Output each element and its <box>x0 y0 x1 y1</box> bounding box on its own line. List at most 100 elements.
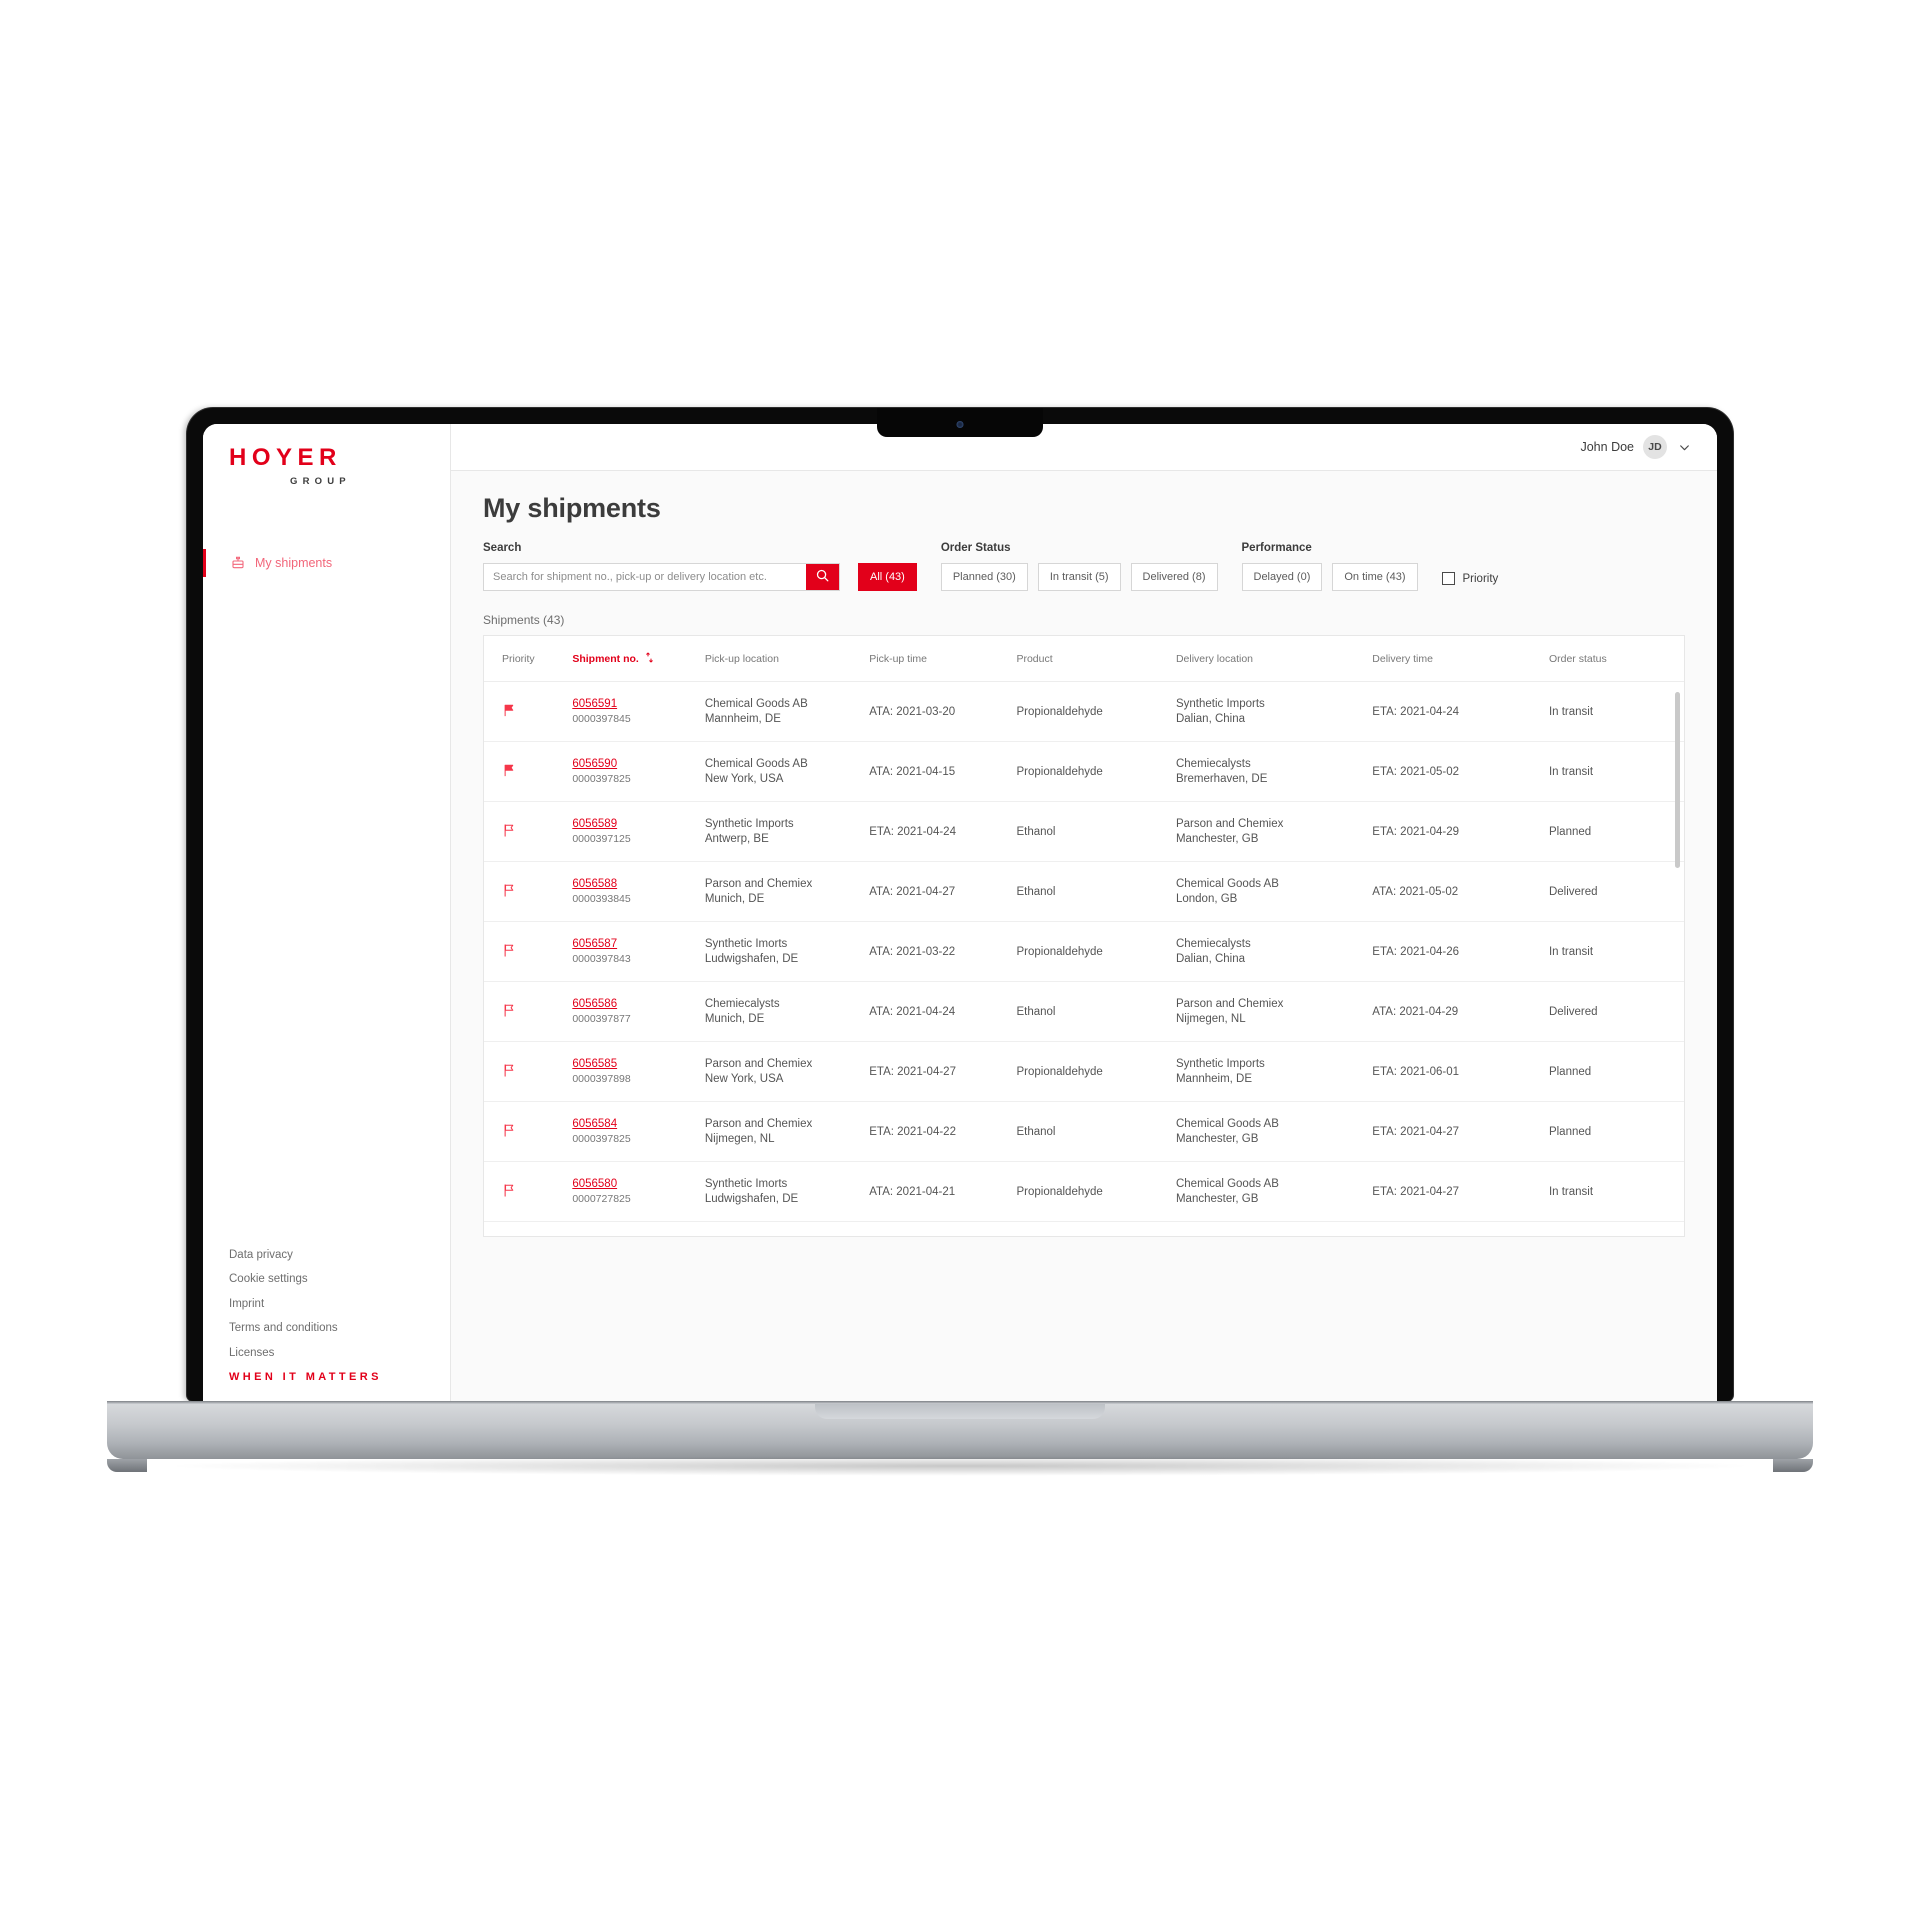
cell-delivery-location: Synthetic Imports Dalian, China <box>1175 681 1373 742</box>
table-row[interactable]: 6056584Parson and ChemiexETA: 2021-04-22… <box>484 1221 1684 1236</box>
shipment-no-link[interactable]: 6056591 <box>572 698 617 710</box>
col-header-pickup-location[interactable]: Pick-up location <box>704 636 870 682</box>
flag-outline-icon[interactable] <box>502 1123 517 1142</box>
shipment-no-link[interactable]: 6056585 <box>572 1058 617 1070</box>
footer-link-licenses[interactable]: Licenses <box>229 1347 450 1359</box>
cell-pickup-location: Parson and Chemiex <box>704 1221 870 1236</box>
filter-delivered[interactable]: Delivered (8) <box>1130 563 1218 591</box>
table-row[interactable]: 6056591 0000397845 Chemical Goods AB Mannhe… <box>484 681 1684 742</box>
table-row[interactable]: 6056586 0000397877 Chemiecalysts Munich, DE… <box>484 981 1684 1042</box>
cell-delivery-time: ETA: 2021-04-27 <box>1372 1161 1549 1222</box>
footer-link-cookie-settings[interactable]: Cookie settings <box>229 1273 450 1285</box>
table-header-row: Priority Shipment no. Pick-up location P… <box>484 636 1684 682</box>
footer-link-data-privacy[interactable]: Data privacy <box>229 1249 450 1261</box>
cell-shipment-no: 6056588 0000393845 <box>572 861 705 922</box>
order-no: 0000393845 <box>572 893 631 905</box>
shipment-no-link[interactable]: 6056588 <box>572 878 617 890</box>
table-row[interactable]: 6056580 0000727825 Synthetic Imorts Ludwigs… <box>484 1161 1684 1222</box>
avatar[interactable]: JD <box>1643 435 1667 459</box>
flag-outline-icon[interactable] <box>502 943 517 962</box>
laptop-base <box>107 1401 1813 1459</box>
laptop-foot-left <box>107 1459 147 1472</box>
laptop-base-shadow <box>160 1456 1760 1476</box>
main-area: John Doe JD My shipments Search Search f… <box>451 424 1717 1401</box>
laptop-display: HOYER GROUP My shipments Data privacy Co… <box>203 424 1717 1401</box>
cell-priority[interactable] <box>484 921 573 982</box>
flag-filled-icon[interactable] <box>502 704 517 722</box>
pickup-city: Ludwigshafen, DE <box>704 953 799 965</box>
filter-delayed[interactable]: Delayed (0) <box>1241 563 1323 591</box>
flag-outline-icon[interactable] <box>502 883 517 902</box>
pickup-company: Chemical Goods AB <box>704 758 808 770</box>
cell-priority[interactable] <box>484 1221 573 1236</box>
filter-in-transit[interactable]: In transit (5) <box>1037 563 1121 591</box>
search-button[interactable] <box>806 564 839 590</box>
cell-product: Propionaldehyde <box>1016 681 1176 742</box>
priority-filter[interactable]: Priority <box>1441 572 1498 591</box>
col-header-order-status[interactable]: Order status <box>1548 636 1684 682</box>
cell-priority[interactable] <box>484 1041 573 1102</box>
sidebar-item-my-shipments[interactable]: My shipments <box>203 549 450 577</box>
cell-product: Ethanol <box>1016 1101 1176 1162</box>
footer-link-imprint[interactable]: Imprint <box>229 1298 450 1310</box>
footer-link-terms-and-conditions[interactable]: Terms and conditions <box>229 1322 450 1334</box>
delivery-company: Parson and Chemiex <box>1175 998 1284 1010</box>
cell-priority[interactable] <box>484 1161 573 1222</box>
flag-outline-icon[interactable] <box>502 1063 517 1082</box>
brand-logo[interactable]: HOYER GROUP <box>203 424 450 488</box>
shipments-count: Shipments (43) <box>483 613 565 627</box>
cell-priority[interactable] <box>484 861 573 922</box>
priority-checkbox[interactable] <box>1441 572 1455 585</box>
table-scrollbar-thumb[interactable] <box>1675 692 1680 868</box>
shipment-no-link[interactable]: 6056584 <box>572 1118 617 1130</box>
search-group: Search Search for shipment no., pick-up … <box>483 542 917 591</box>
col-header-delivery-location[interactable]: Delivery location <box>1175 636 1373 682</box>
performance-label: Performance <box>1241 542 1312 554</box>
pickup-company: Synthetic Imports <box>704 818 794 830</box>
shipment-no-link[interactable]: 6056590 <box>572 758 617 770</box>
laptop-screen-bezel: HOYER GROUP My shipments Data privacy Co… <box>187 408 1733 1401</box>
cell-delivery-location: Chemical Goods AB <box>1175 1221 1373 1236</box>
table-row[interactable]: 6056590 0000397825 Chemical Goods AB New Yo… <box>484 741 1684 802</box>
cell-order-status: Planned <box>1548 1101 1684 1162</box>
delivery-city: Manchester, GB <box>1175 833 1259 845</box>
delivery-company: Chemical Goods AB <box>1175 1118 1279 1130</box>
table-scrollbar-track[interactable] <box>1675 692 1682 1232</box>
filter-all[interactable]: All (43) <box>858 563 917 591</box>
shipment-no-link[interactable]: 6056589 <box>572 818 617 830</box>
col-header-shipment-no-label: Shipment no. <box>572 653 639 665</box>
col-header-shipment-no[interactable]: Shipment no. <box>572 636 705 682</box>
content-fade <box>451 1367 1717 1401</box>
cell-priority[interactable] <box>484 801 573 862</box>
cell-pickup-time: ATA: 2021-03-22 <box>869 921 1017 982</box>
flag-outline-icon[interactable] <box>502 1003 517 1022</box>
cell-priority[interactable] <box>484 741 573 802</box>
order-status-group: Order Status Planned (30) In transit (5)… <box>940 542 1218 591</box>
flag-filled-icon[interactable] <box>502 764 517 782</box>
table-row[interactable]: 6056584 0000397825 Parson and Chemiex Nijme… <box>484 1101 1684 1162</box>
laptop-base-notch <box>815 1401 1105 1419</box>
col-header-pickup-time[interactable]: Pick-up time <box>869 636 1017 682</box>
delivery-company: Chemical Goods AB <box>1175 1178 1279 1190</box>
col-header-priority[interactable]: Priority <box>484 636 573 682</box>
filter-on-time[interactable]: On time (43) <box>1332 563 1418 591</box>
table-row[interactable]: 6056588 0000393845 Parson and Chemiex Munic… <box>484 861 1684 922</box>
col-header-product[interactable]: Product <box>1016 636 1176 682</box>
cell-priority[interactable] <box>484 681 573 742</box>
shipment-no-link[interactable]: 6056587 <box>572 938 617 950</box>
cell-priority[interactable] <box>484 1101 573 1162</box>
pickup-city: New York, USA <box>704 1073 784 1085</box>
table-row[interactable]: 6056587 0000397843 Synthetic Imorts Ludwigs… <box>484 921 1684 982</box>
chevron-down-icon[interactable] <box>1678 441 1691 454</box>
cell-shipment-no: 6056587 0000397843 <box>572 921 705 982</box>
search-input[interactable] <box>484 564 806 590</box>
table-row[interactable]: 6056585 0000397898 Parson and Chemiex New Y… <box>484 1041 1684 1102</box>
filter-planned[interactable]: Planned (30) <box>940 563 1028 591</box>
flag-outline-icon[interactable] <box>502 1183 517 1202</box>
flag-outline-icon[interactable] <box>502 823 517 842</box>
shipment-no-link[interactable]: 6056580 <box>572 1178 617 1190</box>
table-row[interactable]: 6056589 0000397125 Synthetic Imports Antwer… <box>484 801 1684 862</box>
shipment-no-link[interactable]: 6056586 <box>572 998 617 1010</box>
cell-priority[interactable] <box>484 981 573 1042</box>
col-header-delivery-time[interactable]: Delivery time <box>1372 636 1549 682</box>
